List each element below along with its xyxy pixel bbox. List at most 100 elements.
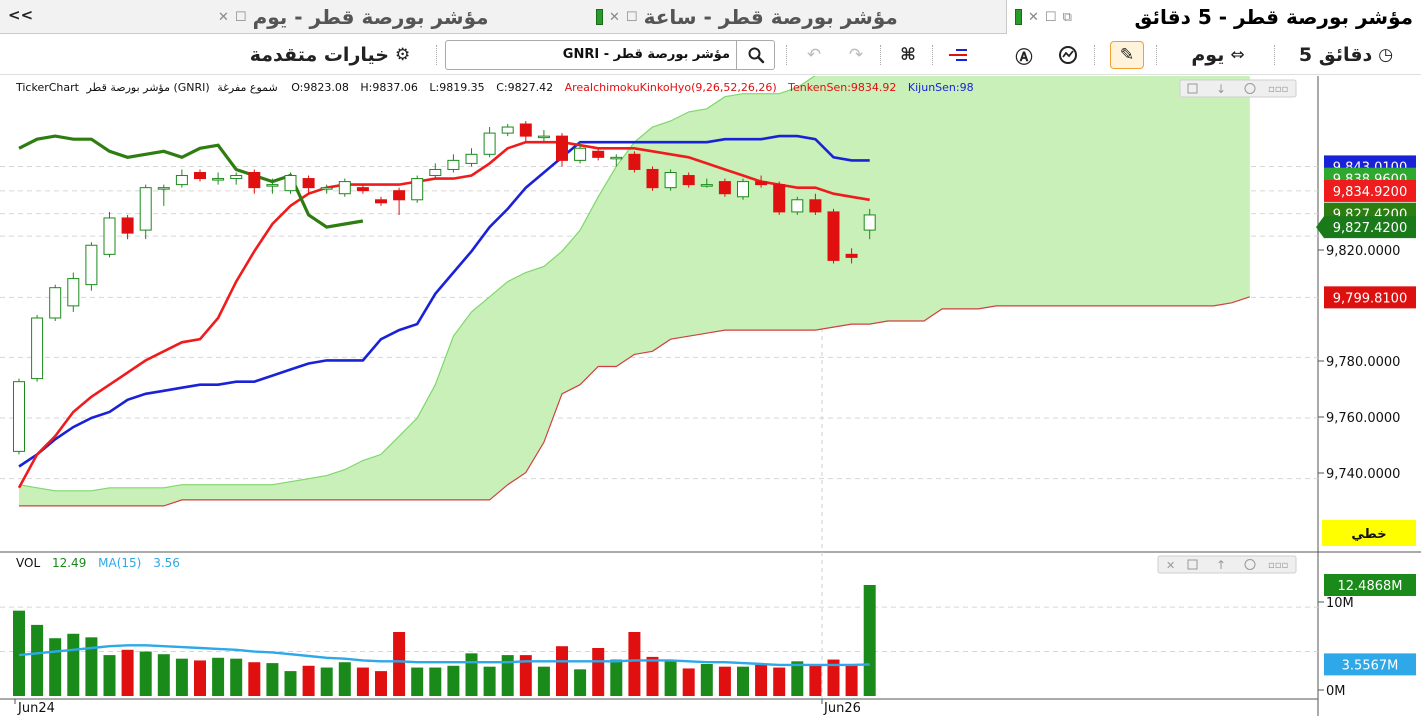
price-badge-label: 9,799.8100 bbox=[1333, 291, 1407, 306]
search-button[interactable] bbox=[736, 41, 774, 69]
alerts-button[interactable]: Ⓐ bbox=[1010, 41, 1038, 69]
price-tick-label: 9,740.0000 bbox=[1326, 467, 1400, 482]
symbol-search-input[interactable]: GNRI - مؤشر بورصة قطر bbox=[445, 40, 775, 70]
high-value: H:9837.06 bbox=[360, 81, 417, 94]
volume-bar bbox=[737, 666, 749, 696]
period-selector[interactable]: يوم ⇔ bbox=[1168, 41, 1268, 69]
redo-button[interactable]: ↷ bbox=[842, 41, 870, 69]
candle bbox=[284, 172, 297, 194]
price-badge: 9,834.9200 bbox=[1324, 179, 1416, 202]
chart-canvas[interactable]: TickerChart مؤشر بورصة قطر (GNRI) شموع م… bbox=[0, 76, 1421, 716]
interval-selector[interactable]: 5 دقائق ◷ bbox=[1284, 41, 1408, 69]
candle bbox=[49, 284, 62, 322]
period-label: يوم bbox=[1191, 44, 1225, 66]
gear-icon: ⚙ bbox=[394, 45, 411, 65]
volume-bar bbox=[592, 648, 605, 696]
tab-label: مؤشر بورصة قطر - 5 دقائق bbox=[1134, 5, 1413, 29]
volume-bar bbox=[85, 637, 98, 696]
volume-bar bbox=[302, 665, 315, 696]
volume-bar bbox=[537, 666, 550, 696]
volume-bar bbox=[194, 660, 206, 696]
chart-circle-icon bbox=[1059, 46, 1077, 64]
more-icon[interactable]: ▫▫▫ bbox=[1268, 560, 1288, 571]
volume-bar bbox=[284, 671, 297, 696]
volume-bar bbox=[845, 664, 858, 696]
tenkan-value: TenkenSen:9834.92 bbox=[787, 81, 896, 94]
volume-bar bbox=[49, 638, 62, 696]
undo-button[interactable]: ↶ bbox=[800, 41, 828, 69]
candle bbox=[628, 151, 641, 173]
volume-bar bbox=[13, 610, 25, 696]
volume-bar bbox=[791, 661, 804, 696]
price-badge-label: 9,834.9200 bbox=[1333, 185, 1407, 200]
price-tick: 9,780.0000 bbox=[1318, 355, 1400, 370]
price-tick-label: 9,780.0000 bbox=[1326, 355, 1400, 370]
tab-qe-hourly[interactable]: ✕ ☐ مؤشر بورصة قطر - ساعة bbox=[588, 0, 906, 34]
detach-icon[interactable]: ⧉ bbox=[1063, 10, 1072, 25]
price-tick: 9,820.0000 bbox=[1318, 244, 1400, 259]
volume-bar bbox=[175, 658, 188, 696]
drawing-mode-badge[interactable]: خطي bbox=[1322, 520, 1416, 546]
volume-bar bbox=[375, 671, 387, 696]
low-value: L:9819.35 bbox=[429, 81, 484, 94]
maximize-icon[interactable]: ☐ bbox=[1045, 10, 1057, 25]
collapse-tabs-button[interactable]: << bbox=[8, 6, 33, 24]
volume-pane-controls: ✕ ↑ ▫▫▫ bbox=[1157, 555, 1297, 574]
separator bbox=[932, 45, 933, 65]
candle bbox=[338, 178, 351, 197]
chart-style: شموع مفرغة bbox=[217, 81, 278, 94]
separator bbox=[786, 45, 787, 65]
close-pane-icon[interactable]: ✕ bbox=[1166, 559, 1175, 572]
open-value: O:9823.08 bbox=[291, 81, 349, 94]
maximize-icon[interactable]: ☐ bbox=[626, 10, 638, 25]
drawing-tools-button[interactable]: ✎ bbox=[1110, 41, 1144, 69]
volume-bar bbox=[393, 632, 406, 696]
volume-tick-label: 0M bbox=[1326, 684, 1346, 699]
indicators-button[interactable] bbox=[944, 41, 972, 69]
chart-area[interactable]: TickerChart مؤشر بورصة قطر (GNRI) شموع م… bbox=[0, 76, 1421, 716]
move-down-icon[interactable]: ↓ bbox=[1216, 82, 1226, 96]
close-icon[interactable]: ✕ bbox=[609, 10, 620, 25]
candle bbox=[791, 196, 804, 215]
volume-bar bbox=[628, 632, 641, 696]
binoculars-icon: ⌘ bbox=[900, 45, 916, 65]
tab-label: مؤشر بورصة قطر - يوم bbox=[252, 5, 489, 29]
price-badge: 9,799.8100 bbox=[1324, 286, 1416, 309]
volume-bar bbox=[755, 664, 768, 696]
advanced-options-button[interactable]: خيارات متقدمة ⚙ bbox=[230, 41, 430, 69]
more-icon[interactable]: ▫▫▫ bbox=[1268, 84, 1288, 95]
candle bbox=[31, 314, 44, 382]
tab-qe-5min[interactable]: ✕ ☐ ⧉ مؤشر بورصة قطر - 5 دقائق bbox=[1006, 0, 1421, 34]
price-tick: 9,740.0000 bbox=[1318, 467, 1400, 482]
volume-bar bbox=[103, 655, 116, 696]
candle bbox=[737, 178, 749, 200]
candle bbox=[85, 242, 98, 291]
separator bbox=[1274, 45, 1275, 65]
close-icon[interactable]: ✕ bbox=[218, 10, 229, 25]
volume-bar bbox=[809, 665, 822, 696]
maximize-icon[interactable]: ☐ bbox=[235, 10, 247, 25]
advanced-options-label: خيارات متقدمة bbox=[249, 44, 389, 66]
chart-type-button[interactable] bbox=[1054, 41, 1082, 69]
tab-color-marker bbox=[596, 9, 603, 25]
search-icon bbox=[748, 47, 764, 64]
close-icon[interactable]: ✕ bbox=[1028, 10, 1039, 25]
volume-bar bbox=[718, 666, 731, 696]
candle bbox=[827, 208, 840, 264]
tab-qe-daily[interactable]: ✕ ☐ مؤشر بورصة قطر - يوم bbox=[210, 0, 497, 34]
volume-bar bbox=[121, 649, 134, 696]
kijun-value: KijunSen:98 bbox=[908, 81, 974, 94]
volume-bar bbox=[230, 658, 243, 696]
drawing-mode-label: خطي bbox=[1351, 527, 1386, 542]
volume-bar bbox=[483, 666, 496, 696]
price-badge-label: 9,827.4200 bbox=[1333, 221, 1407, 236]
indicator-list-icon bbox=[949, 49, 967, 61]
volume-bar bbox=[67, 633, 80, 696]
volume-bar bbox=[212, 657, 225, 696]
volume-bar bbox=[664, 659, 677, 696]
candle bbox=[411, 175, 424, 203]
compare-button[interactable]: ⌘ bbox=[894, 41, 922, 69]
move-up-icon[interactable]: ↑ bbox=[1216, 558, 1226, 572]
separator bbox=[436, 45, 437, 65]
volume-bar bbox=[465, 653, 478, 696]
